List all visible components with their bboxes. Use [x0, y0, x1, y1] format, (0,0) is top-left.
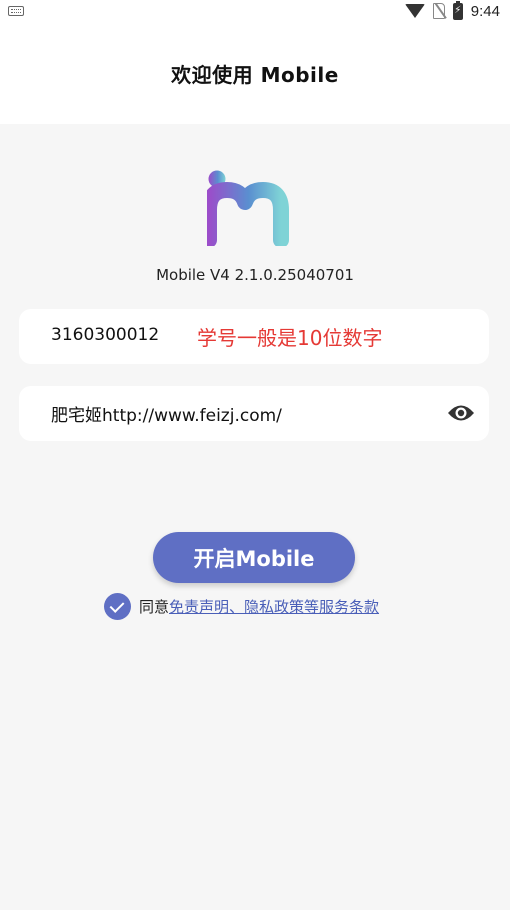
- keyboard-icon: [8, 6, 24, 16]
- wifi-icon: [404, 4, 425, 18]
- username-value[interactable]: 3160300012: [51, 325, 159, 345]
- agreement-prefix: 同意: [139, 597, 170, 616]
- status-bar: 9:44: [0, 0, 510, 22]
- app-logo-icon: [207, 170, 289, 246]
- version-label: Mobile V4 2.1.0.25040701: [156, 266, 354, 284]
- checkbox-checked-icon[interactable]: [104, 592, 131, 620]
- no-sim-icon: [432, 3, 445, 19]
- eye-icon[interactable]: [447, 402, 475, 424]
- agreement-row: 同意 免责声明、隐私政策等服务条款: [104, 592, 379, 620]
- username-hint: 学号一般是10位数字: [197, 326, 383, 350]
- page-title: 欢迎使用 Mobile: [171, 62, 339, 87]
- app-bar: 欢迎使用 Mobile: [0, 22, 510, 124]
- start-button[interactable]: 开启Mobile: [153, 532, 355, 583]
- password-field[interactable]: 肥宅姬http://www.feizj.com/: [19, 386, 489, 441]
- username-field[interactable]: 3160300012 学号一般是10位数字: [19, 309, 489, 364]
- battery-charging-icon: [452, 0, 463, 20]
- terms-link[interactable]: 免责声明、隐私政策等服务条款: [169, 596, 379, 617]
- status-time: 9:44: [470, 2, 500, 20]
- password-value[interactable]: 肥宅姬http://www.feizj.com/: [51, 401, 282, 426]
